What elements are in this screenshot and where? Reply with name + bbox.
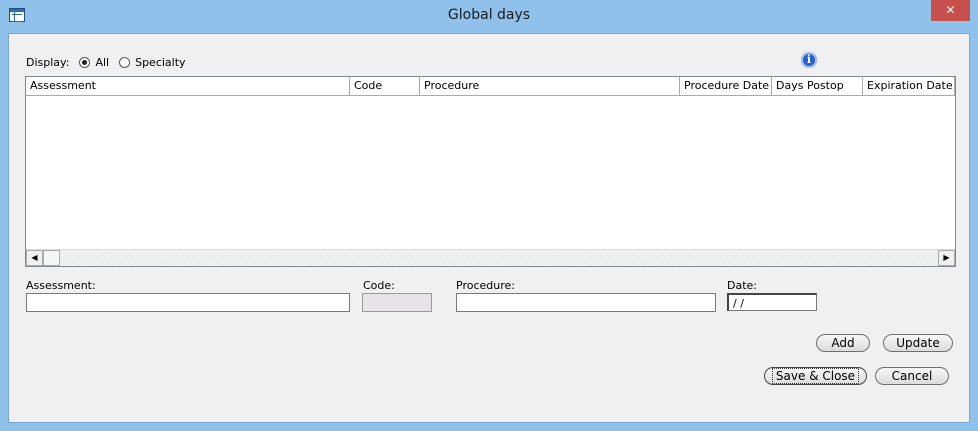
code-input [362,293,432,312]
display-filter: Display: All Specialty [26,54,196,70]
radio-all-label[interactable]: All [95,56,109,69]
info-icon[interactable]: i [801,52,817,68]
close-button[interactable]: ✕ [931,0,970,21]
horizontal-scrollbar[interactable]: ◀ ▶ [26,249,955,266]
column-header-assessment[interactable]: Assessment [26,77,350,96]
cancel-button[interactable]: Cancel [875,367,949,385]
code-label: Code: [363,279,395,292]
radio-specialty-label[interactable]: Specialty [135,56,185,69]
scroll-left-icon[interactable]: ◀ [26,250,43,266]
assessment-label: Assessment: [26,279,96,292]
procedure-label: Procedure: [456,279,515,292]
date-input[interactable]: / / [727,293,817,311]
procedure-input[interactable] [456,293,716,312]
column-header-days-postop[interactable]: Days Postop [772,77,863,96]
column-header-procedure[interactable]: Procedure [420,77,680,96]
grid-header: Assessment Code Procedure Procedure Date… [26,77,955,96]
radio-all[interactable] [79,56,91,68]
column-header-code[interactable]: Code [350,77,420,96]
date-label: Date: [727,279,757,292]
scroll-thumb[interactable] [43,250,60,266]
title-bar: Global days ✕ [0,0,978,33]
radio-specialty[interactable] [119,56,131,68]
global-days-grid[interactable]: Assessment Code Procedure Procedure Date… [25,76,956,267]
save-close-label: Save & Close [771,368,860,384]
display-label: Display: [26,55,70,69]
dialog-body: Display: All Specialty i Assessment Code… [8,33,970,423]
scroll-right-icon[interactable]: ▶ [938,250,955,266]
column-header-expiration-date[interactable]: Expiration Date [863,77,955,96]
save-close-button[interactable]: Save & Close [764,367,867,385]
add-button[interactable]: Add [816,334,870,352]
assessment-input[interactable] [26,293,350,312]
update-button[interactable]: Update [883,334,953,352]
column-header-procedure-date[interactable]: Procedure Date [680,77,772,96]
window-title: Global days [447,7,531,23]
